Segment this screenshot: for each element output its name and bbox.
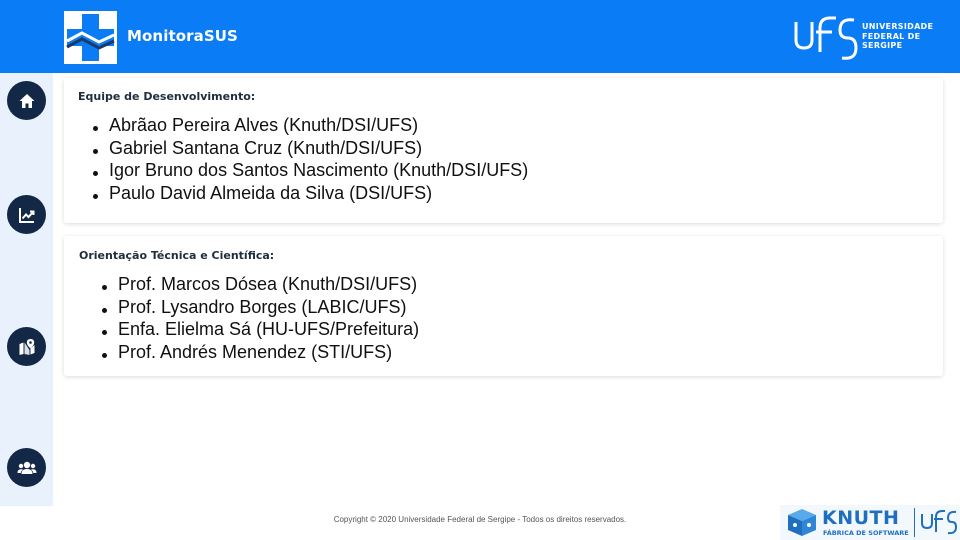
chart-line-icon [18,207,34,223]
list-item: Prof. Lysandro Borges (LABIC/UFS) [102,296,419,319]
home-icon [19,93,34,108]
member-list: Prof. Marcos Dósea (Knuth/DSI/UFS) Prof.… [102,273,419,363]
map-marker-icon [19,338,34,355]
logo-divider [914,508,915,537]
top-header: MonitoraSUS UNIVERSIDADE FEDERAL DE SERG… [0,0,960,73]
technical-guidance-card: Orientação Técnica e Científica: Prof. M… [64,236,943,376]
sidebar-item-map[interactable] [7,327,46,366]
knuth-logo-text: KNUTH [822,507,900,529]
ufs-logo-text: UNIVERSIDADE FEDERAL DE SERGIPE [862,22,934,50]
list-item: Prof. Marcos Dósea (Knuth/DSI/UFS) [102,273,419,296]
sidebar-item-charts[interactable] [7,195,46,234]
list-item: Abrãao Pereira Alves (Knuth/DSI/UFS) [93,114,528,137]
list-item: Prof. Andrés Menendez (STI/UFS) [102,341,419,364]
cube-icon [788,509,816,536]
sidebar-item-team[interactable] [7,448,46,487]
users-icon [17,461,36,474]
knuth-logo-subtext: FÁBRICA DE SOFTWARE [823,529,909,537]
ufs-small-logo [921,510,958,535]
app-name: MonitoraSUS [127,27,238,45]
development-team-card: Equipe de Desenvolvimento: Abrãao Pereir… [64,78,943,223]
card-title: Orientação Técnica e Científica: [79,249,275,262]
list-item: Paulo David Almeida da Silva (DSI/UFS) [93,182,528,205]
sidebar [0,73,53,506]
knuth-logo: KNUTH FÁBRICA DE SOFTWARE [780,505,960,540]
member-list: Abrãao Pereira Alves (Knuth/DSI/UFS) Gab… [93,114,528,204]
monitorasus-logo[interactable] [64,11,117,64]
list-item: Enfa. Elielma Sá (HU-UFS/Prefeitura) [102,318,419,341]
list-item: Gabriel Santana Cruz (Knuth/DSI/UFS) [93,137,528,160]
list-item: Igor Bruno dos Santos Nascimento (Knuth/… [93,159,528,182]
sidebar-item-home[interactable] [7,81,46,120]
card-title: Equipe de Desenvolvimento: [78,90,256,103]
